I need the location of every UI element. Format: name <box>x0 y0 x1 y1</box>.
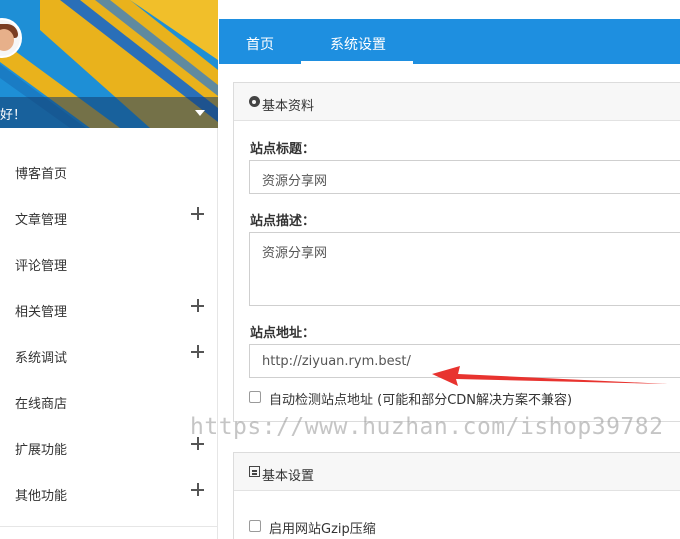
sidebar-item-debug[interactable]: 系统调试 <box>0 332 218 378</box>
chevron-down-icon[interactable] <box>195 110 205 116</box>
avatar-face <box>0 29 14 51</box>
site-url-label: 站点地址： <box>250 326 316 341</box>
sidebar-divider <box>0 526 218 527</box>
sidebar-item-other[interactable]: 其他功能 <box>0 470 218 516</box>
plus-icon[interactable] <box>191 207 205 221</box>
plus-icon[interactable] <box>191 299 205 313</box>
tab-home-label: 首页 <box>246 37 274 53</box>
gzip-label: 启用网站Gzip压缩 <box>269 522 376 537</box>
greeting-bar[interactable] <box>0 97 218 128</box>
auto-detect-label: 自动检测站点地址 (可能和部分CDN解决方案不兼容) <box>269 393 573 408</box>
watermark-text: https://www.huzhan.com/ishop39782 <box>190 414 664 440</box>
list-icon <box>249 466 260 477</box>
site-title-label: 站点标题： <box>250 142 316 157</box>
sidebar-item-label: 评论管理 <box>15 259 68 274</box>
tab-home[interactable]: 首页 <box>219 19 301 64</box>
basic-settings-title: 基本设置 <box>262 469 315 484</box>
site-desc-label: 站点描述： <box>250 214 316 229</box>
greeting-text: 好！ <box>0 108 27 123</box>
tab-system-settings[interactable]: 系统设置 <box>301 19 413 64</box>
profile-banner: 好！ <box>0 0 218 128</box>
sidebar-item-label: 相关管理 <box>15 305 68 320</box>
sidebar-item-label: 系统调试 <box>15 351 68 366</box>
site-url-input[interactable]: http://ziyuan.rym.best/ <box>249 344 680 378</box>
sidebar-item-store[interactable]: 在线商店 <box>0 378 218 424</box>
sidebar-item-label: 在线商店 <box>15 397 68 412</box>
plus-icon[interactable] <box>191 483 205 497</box>
gzip-checkbox[interactable] <box>249 520 261 532</box>
basic-settings-header: 基本设置 <box>234 453 680 491</box>
sidebar-item-label: 文章管理 <box>15 213 68 228</box>
sidebar-item-label: 扩展功能 <box>15 443 68 458</box>
auto-detect-checkbox[interactable] <box>249 391 261 403</box>
plus-icon[interactable] <box>191 345 205 359</box>
sidebar-item-related[interactable]: 相关管理 <box>0 286 218 332</box>
palette-icon <box>249 96 260 107</box>
basic-info-title: 基本资料 <box>262 99 315 114</box>
site-desc-textarea[interactable]: 资源分享网 <box>249 232 680 306</box>
sidebar-item-extensions[interactable]: 扩展功能 <box>0 424 218 470</box>
sidebar: 好！ 博客首页 文章管理 评论管理 相关管理 系统调试 在线商店 扩展功能 其他… <box>0 0 218 539</box>
active-tab-indicator <box>301 61 413 64</box>
top-nav-bar: 首页 系统设置 <box>219 19 680 64</box>
site-title-input[interactable]: 资源分享网 <box>249 160 680 194</box>
sidebar-item-blog-home[interactable]: 博客首页 <box>0 148 218 194</box>
basic-info-header: 基本资料 <box>234 83 680 121</box>
sidebar-item-comments[interactable]: 评论管理 <box>0 240 218 286</box>
sidebar-item-label: 博客首页 <box>15 167 68 182</box>
tab-settings-label: 系统设置 <box>330 37 386 53</box>
sidebar-item-label: 其他功能 <box>15 489 68 504</box>
sidebar-item-articles[interactable]: 文章管理 <box>0 194 218 240</box>
sidebar-menu: 博客首页 文章管理 评论管理 相关管理 系统调试 在线商店 扩展功能 其他功能 <box>0 148 218 516</box>
